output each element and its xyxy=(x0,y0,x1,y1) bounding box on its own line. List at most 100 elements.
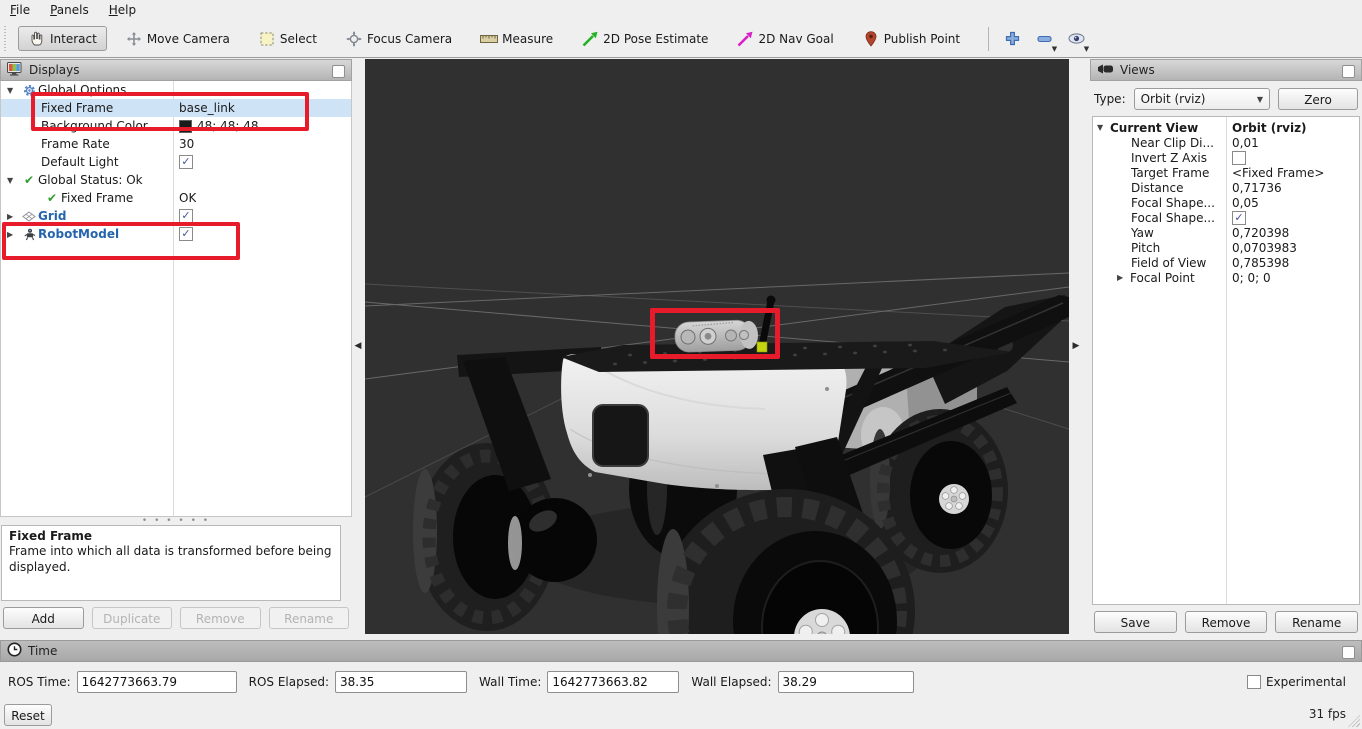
3d-viewport[interactable] xyxy=(365,59,1069,634)
window-resize-grip[interactable] xyxy=(1348,715,1360,727)
views-panel: Views Type: Orbit (rviz) ▼ Zero ▼Current… xyxy=(1090,59,1362,634)
tree-row-value: 48; 48; 48 xyxy=(197,119,259,133)
displays-float-button[interactable] xyxy=(332,65,345,78)
tree-row-label: Global Options xyxy=(38,83,126,97)
tree-row-value: <Fixed Frame> xyxy=(1232,166,1324,180)
tool-button-label: 2D Nav Goal xyxy=(758,32,833,46)
tool-button-2d-nav-goal[interactable]: 2D Nav Goal xyxy=(726,26,843,52)
views-rename-button[interactable]: Rename xyxy=(1275,611,1358,633)
tree-row-background-color[interactable]: Background Color48; 48; 48 xyxy=(1,117,351,135)
tree-row-near-clip-di[interactable]: Near Clip Di...0,01 xyxy=(1093,135,1359,150)
toolbar: Interact Move Camera Select Focus Camera Mea… xyxy=(0,20,1362,58)
wall-elapsed-input[interactable] xyxy=(778,671,914,693)
toolbar-button-eye-icon[interactable]: ▼ xyxy=(1063,25,1089,53)
reset-button[interactable]: Reset xyxy=(4,704,52,726)
zero-button[interactable]: Zero xyxy=(1278,88,1358,110)
expander-open-icon[interactable]: ▼ xyxy=(1097,123,1110,132)
expander-open-icon[interactable]: ▼ xyxy=(7,176,20,185)
displays-monitor-icon xyxy=(7,62,23,79)
expander-closed-icon[interactable]: ▶ xyxy=(7,230,20,239)
tool-button-label: Move Camera xyxy=(147,32,230,46)
tree-row-global-status-ok[interactable]: ▼✔Global Status: Ok xyxy=(1,171,351,189)
ros-time-input[interactable] xyxy=(77,671,237,693)
expander-closed-icon[interactable]: ▶ xyxy=(1117,273,1130,282)
views-panel-header[interactable]: Views xyxy=(1090,59,1362,81)
tree-row-fixed-frame[interactable]: ✔Fixed FrameOK xyxy=(1,189,351,207)
color-swatch[interactable] xyxy=(179,120,192,133)
right-panel-collapse-arrow[interactable]: ▶ xyxy=(1070,339,1082,353)
views-float-button[interactable] xyxy=(1342,65,1355,78)
time-clock-icon xyxy=(7,642,22,660)
toolbar-button-zoom-in-plus-icon[interactable] xyxy=(999,25,1025,53)
tree-row-label: Near Clip Di... xyxy=(1131,136,1214,150)
time-panel-header[interactable]: Time xyxy=(0,640,1362,662)
tool-button-publish-point[interactable]: Publish Point xyxy=(852,26,970,52)
expander-closed-icon[interactable]: ▶ xyxy=(7,212,20,221)
tree-row-target-frame[interactable]: Target Frame<Fixed Frame> xyxy=(1093,165,1359,180)
tree-row-robotmodel[interactable]: ▶RobotModel✓ xyxy=(1,225,351,243)
time-field-ros-time: ROS Time: xyxy=(8,671,237,693)
views-remove-button[interactable]: Remove xyxy=(1185,611,1268,633)
displays-add-button[interactable]: Add xyxy=(3,607,84,629)
tool-button-interact[interactable]: Interact xyxy=(18,26,107,51)
wall-time-input[interactable] xyxy=(547,671,679,693)
displays-buttons-row: AddDuplicateRemoveRename xyxy=(3,607,349,629)
focus-camera-icon xyxy=(345,31,363,47)
left-panel-collapse-arrow[interactable]: ◀ xyxy=(352,339,364,353)
menu-item-help[interactable]: Help xyxy=(99,1,146,19)
ros-elapsed-input[interactable] xyxy=(335,671,467,693)
tree-row-focal-shape[interactable]: Focal Shape...0,05 xyxy=(1093,195,1359,210)
view-type-value: Orbit (rviz) xyxy=(1141,92,1206,106)
invert-z-axis-checkbox[interactable] xyxy=(1232,151,1246,165)
tree-row-global-options[interactable]: ▼ Global Options xyxy=(1,81,351,99)
tool-button-select[interactable]: Select xyxy=(248,27,327,51)
tree-row-yaw[interactable]: Yaw0,720398 xyxy=(1093,225,1359,240)
menu-item-panels[interactable]: Panels xyxy=(40,1,99,19)
time-float-button[interactable] xyxy=(1342,646,1355,659)
tool-button-focus-camera[interactable]: Focus Camera xyxy=(335,26,462,52)
grid-icon xyxy=(20,211,38,222)
tree-row-fixed-frame[interactable]: Fixed Framebase_link xyxy=(1,99,351,117)
experimental-checkbox[interactable] xyxy=(1247,675,1261,689)
menu-bar: FilePanelsHelp xyxy=(0,0,1362,20)
tree-row-focal-shape[interactable]: Focal Shape...✓ xyxy=(1093,210,1359,225)
displays-splitter-handle[interactable]: • • • • • • xyxy=(0,517,352,525)
tree-row-label: Fixed Frame xyxy=(41,101,113,115)
time-field-label: ROS Time: xyxy=(8,675,71,689)
fps-counter: 31 fps xyxy=(1309,707,1346,721)
displays-panel-header[interactable]: Displays xyxy=(0,59,352,81)
robotmodel-checkbox[interactable]: ✓ xyxy=(179,227,193,241)
views-camera-icon xyxy=(1097,63,1114,78)
tree-row-grid[interactable]: ▶Grid✓ xyxy=(1,207,351,225)
toolbar-separator xyxy=(988,27,989,51)
expander-open-icon[interactable]: ▼ xyxy=(7,86,20,95)
toolbar-drag-handle[interactable] xyxy=(4,26,10,52)
tree-row-current-view[interactable]: ▼Current ViewOrbit (rviz) xyxy=(1093,120,1359,135)
tree-row-invert-z-axis[interactable]: Invert Z Axis xyxy=(1093,150,1359,165)
time-panel: Time ROS Time:ROS Elapsed:Wall Time:Wall… xyxy=(0,640,1362,729)
chevron-down-icon[interactable]: ▼ xyxy=(1084,46,1089,52)
tree-row-pitch[interactable]: Pitch0,0703983 xyxy=(1093,240,1359,255)
time-field-label: ROS Elapsed: xyxy=(249,675,329,689)
tree-row-frame-rate[interactable]: Frame Rate30 xyxy=(1,135,351,153)
tree-row-label: Default Light xyxy=(41,155,119,169)
tree-row-label: Distance xyxy=(1131,181,1183,195)
toolbar-button-zoom-out-minus-icon[interactable]: ▼ xyxy=(1031,25,1057,53)
chevron-down-icon[interactable]: ▼ xyxy=(1052,46,1057,52)
chevron-down-icon: ▼ xyxy=(1257,95,1263,104)
grid-checkbox[interactable]: ✓ xyxy=(179,209,193,223)
tree-row-field-of-view[interactable]: Field of View0,785398 xyxy=(1093,255,1359,270)
tool-button-move-camera[interactable]: Move Camera xyxy=(115,26,240,52)
default-light-checkbox[interactable]: ✓ xyxy=(179,155,193,169)
view-type-combobox[interactable]: Orbit (rviz) ▼ xyxy=(1134,88,1270,110)
focal-shape-checkbox[interactable]: ✓ xyxy=(1232,211,1246,225)
tree-row-default-light[interactable]: Default Light ✓ xyxy=(1,153,351,171)
description-body: Frame into which all data is transformed… xyxy=(9,544,333,575)
check-icon: ✔ xyxy=(20,173,38,187)
tool-button-2d-pose-estimate[interactable]: 2D Pose Estimate xyxy=(571,26,718,52)
menu-item-file[interactable]: File xyxy=(0,1,40,19)
tree-row-distance[interactable]: Distance0,71736 xyxy=(1093,180,1359,195)
tree-row-focal-point[interactable]: ▶Focal Point0; 0; 0 xyxy=(1093,270,1359,285)
views-save-button[interactable]: Save xyxy=(1094,611,1177,633)
tool-button-measure[interactable]: Measure xyxy=(470,27,563,51)
